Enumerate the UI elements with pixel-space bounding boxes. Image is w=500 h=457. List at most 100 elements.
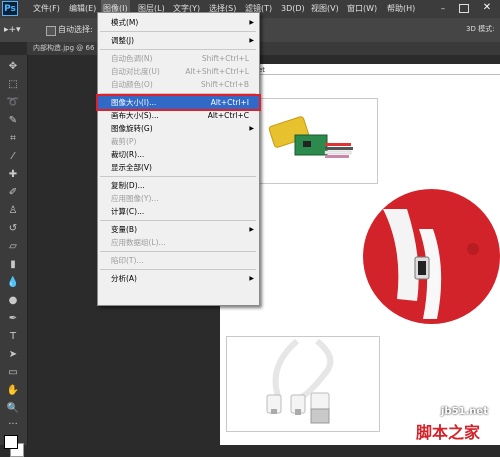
menu-8[interactable]: 视图(V) bbox=[309, 0, 341, 18]
move-tool-preset[interactable]: ▸+▾ bbox=[4, 22, 32, 38]
document-canvas[interactable]: et bbox=[220, 64, 500, 445]
close-button[interactable]: ✕ bbox=[478, 1, 496, 15]
image-menu-dropdown: 模式(M) ▶ 调整(J) ▶ 自动色调(N) Shift+Ctrl+L 自动对比度(U) A… bbox=[96, 12, 261, 306]
menu-item-label: 显示全部(V) bbox=[111, 163, 152, 172]
image-menu-item[interactable]: 计算(C)... bbox=[98, 205, 259, 218]
blur-tool-icon[interactable]: 💧 bbox=[4, 275, 22, 291]
document-tab[interactable]: 内部构造.jpg @ 66 bbox=[33, 42, 94, 55]
menu-9[interactable]: 窗口(W) bbox=[345, 0, 379, 18]
menu-item-label: 陷印(T)... bbox=[111, 256, 144, 265]
eraser-tool-icon[interactable]: ▱ bbox=[4, 239, 22, 255]
foreground-color-swatch[interactable] bbox=[4, 435, 18, 449]
submenu-arrow-icon: ▶ bbox=[249, 226, 254, 233]
canvas-header-line bbox=[220, 74, 500, 75]
move-tool-icon[interactable]: ✥ bbox=[4, 59, 22, 75]
brush-tool-icon[interactable]: ✐ bbox=[4, 185, 22, 201]
image-menu-item[interactable]: 调整(J) ▶ bbox=[98, 34, 259, 47]
menu-item-label: 分析(A) bbox=[111, 274, 137, 283]
menu-item-label: 图像大小(I)... bbox=[111, 98, 157, 107]
menu-item-shortcut: Alt+Ctrl+C bbox=[207, 111, 249, 120]
menu-item-label: 图像旋转(G) bbox=[111, 124, 153, 133]
image-menu-item[interactable]: 复制(D)... bbox=[98, 179, 259, 192]
menu-10[interactable]: 帮助(H) bbox=[385, 0, 417, 18]
image-menu-item[interactable]: 模式(M) ▶ bbox=[98, 16, 259, 29]
more-tools-icon[interactable]: ··· bbox=[4, 417, 22, 433]
menu-item-shortcut: Shift+Ctrl+L bbox=[201, 54, 249, 63]
menu-item-label: 应用图像(Y)... bbox=[111, 194, 159, 203]
submenu-arrow-icon: ▶ bbox=[249, 275, 254, 282]
menu-7[interactable]: 3D(D) bbox=[279, 0, 307, 18]
mode-3d-label: 3D 模式: bbox=[466, 25, 495, 33]
history-brush-icon[interactable]: ↺ bbox=[4, 221, 22, 237]
menu-separator bbox=[100, 220, 256, 221]
shape-tool-icon[interactable]: ▭ bbox=[4, 365, 22, 381]
menu-separator bbox=[100, 49, 256, 50]
menu-separator bbox=[100, 269, 256, 270]
auto-select-label: 自动选择: bbox=[58, 25, 93, 34]
menu-item-label: 调整(J) bbox=[111, 36, 135, 45]
menu-0[interactable]: 文件(F) bbox=[31, 0, 62, 18]
image-menu-item: 应用图像(Y)... bbox=[98, 192, 259, 205]
photoshop-logo: Ps bbox=[2, 1, 18, 16]
image-menu-item: 裁剪(P) bbox=[98, 135, 259, 148]
auto-select-checkbox[interactable] bbox=[46, 26, 56, 36]
connector-closeup-image bbox=[383, 209, 479, 319]
image-menu-item: 自动色调(N) Shift+Ctrl+L bbox=[98, 52, 259, 65]
menu-item-label: 应用数据组(L)... bbox=[111, 238, 166, 247]
menu-item-label: 自动对比度(U) bbox=[111, 67, 160, 76]
eyedropper-tool-icon[interactable]: ⁄ bbox=[4, 149, 22, 165]
image-menu-item[interactable]: 裁切(R)... bbox=[98, 148, 259, 161]
image-menu-item: 应用数据组(L)... bbox=[98, 236, 259, 249]
submenu-arrow-icon: ▶ bbox=[249, 125, 254, 132]
menu-1[interactable]: 编辑(E) bbox=[67, 0, 98, 18]
submenu-arrow-icon: ▶ bbox=[249, 37, 254, 44]
menu-item-shortcut: Alt+Shift+Ctrl+L bbox=[185, 67, 249, 76]
image-menu-item[interactable]: 显示全部(V) bbox=[98, 161, 259, 174]
menu-separator bbox=[100, 31, 256, 32]
zoom-tool-icon[interactable]: 🔍 bbox=[4, 401, 22, 417]
submenu-arrow-icon: ▶ bbox=[249, 19, 254, 26]
minimize-button[interactable]: – bbox=[438, 4, 448, 14]
menu-item-label: 计算(C)... bbox=[111, 207, 145, 216]
quick-select-tool-icon[interactable]: ✎ bbox=[4, 113, 22, 129]
image-menu-item[interactable]: 图像旋转(G) ▶ bbox=[98, 122, 259, 135]
image-menu-item[interactable]: 画布大小(S)... Alt+Ctrl+C bbox=[98, 109, 259, 122]
usb-cable-image bbox=[266, 338, 334, 424]
hand-tool-icon[interactable]: ✋ bbox=[4, 383, 22, 399]
lasso-tool-icon[interactable]: ➰ bbox=[4, 95, 22, 111]
menu-item-label: 画布大小(S)... bbox=[111, 111, 159, 120]
image-menu-item: 自动颜色(O) Shift+Ctrl+B bbox=[98, 78, 259, 91]
image-menu-item[interactable]: 变量(B) ▶ bbox=[98, 223, 259, 236]
restore-button[interactable] bbox=[459, 4, 469, 13]
path-select-icon[interactable]: ➤ bbox=[4, 347, 22, 363]
menu-item-label: 裁切(R)... bbox=[111, 150, 145, 159]
menu-item-label: 裁剪(P) bbox=[111, 137, 137, 146]
menu-item-label: 变量(B) bbox=[111, 225, 137, 234]
gradient-tool-icon[interactable]: ▮ bbox=[4, 257, 22, 273]
menu-separator bbox=[100, 93, 256, 94]
watermark-logo-text: 脚本之家 bbox=[416, 423, 481, 442]
stamp-tool-icon[interactable]: ♙ bbox=[4, 203, 22, 219]
usb-cable-photo bbox=[226, 336, 380, 432]
pcb-photo bbox=[256, 98, 378, 184]
menu-item-label: 模式(M) bbox=[111, 18, 139, 27]
watermark-url: jb51.net bbox=[441, 406, 488, 417]
menu-separator bbox=[100, 176, 256, 177]
menu-item-label: 复制(D)... bbox=[111, 181, 145, 190]
menu-item-shortcut: Shift+Ctrl+B bbox=[200, 80, 249, 89]
image-menu-item: 陷印(T)... bbox=[98, 254, 259, 267]
pcb-image bbox=[268, 116, 353, 158]
image-menu-item[interactable]: 分析(A) ▶ bbox=[98, 272, 259, 285]
menu-separator bbox=[100, 251, 256, 252]
healing-brush-icon[interactable]: ✚ bbox=[4, 167, 22, 183]
marquee-tool-icon[interactable]: ⬚ bbox=[4, 77, 22, 93]
type-tool-icon[interactable]: T bbox=[4, 329, 22, 345]
crop-tool-icon[interactable]: ⌗ bbox=[4, 131, 22, 147]
menu-item-shortcut: Alt+Ctrl+I bbox=[210, 98, 249, 107]
pen-tool-icon[interactable]: ✒ bbox=[4, 311, 22, 327]
dodge-tool-icon[interactable]: ● bbox=[4, 293, 22, 309]
tools-panel: ✥ ⬚ ➰ ✎ ⌗ ⁄ ✚ ✐ ♙ ↺ ▱ ▮ 💧 ● ✒ T ➤ ▭ ✋ 🔍 … bbox=[0, 55, 28, 457]
image-menu-item[interactable]: 图像大小(I)... Alt+Ctrl+I bbox=[96, 94, 261, 111]
image-menu-item: 自动对比度(U) Alt+Shift+Ctrl+L bbox=[98, 65, 259, 78]
connector-closeup-photo bbox=[363, 189, 500, 324]
